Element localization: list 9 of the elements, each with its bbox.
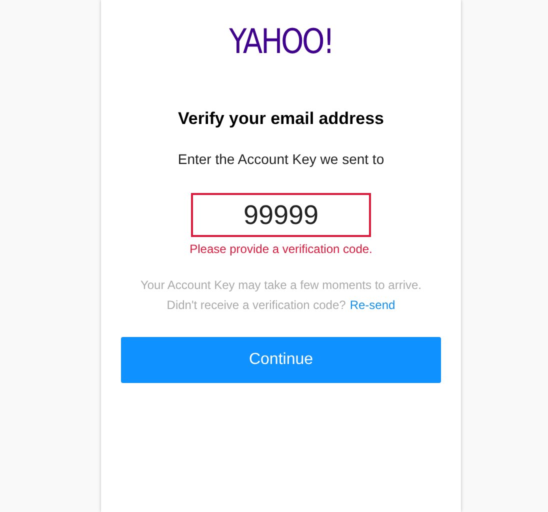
resend-prompt: Didn't receive a verification code? — [166, 297, 346, 313]
error-message: Please provide a verification code. — [190, 241, 372, 257]
resend-link[interactable]: Re-send — [350, 297, 396, 313]
instruction: Enter the Account Key we sent to — [178, 150, 384, 168]
arrival-note: Your Account Key may take a few moments to arrive. — [140, 277, 422, 293]
code-field[interactable]: 99999 — [191, 193, 371, 237]
continue-button[interactable]: Continue — [121, 337, 441, 383]
logo: YAHOO! — [229, 22, 333, 62]
heading: Verify your email address — [178, 108, 384, 130]
